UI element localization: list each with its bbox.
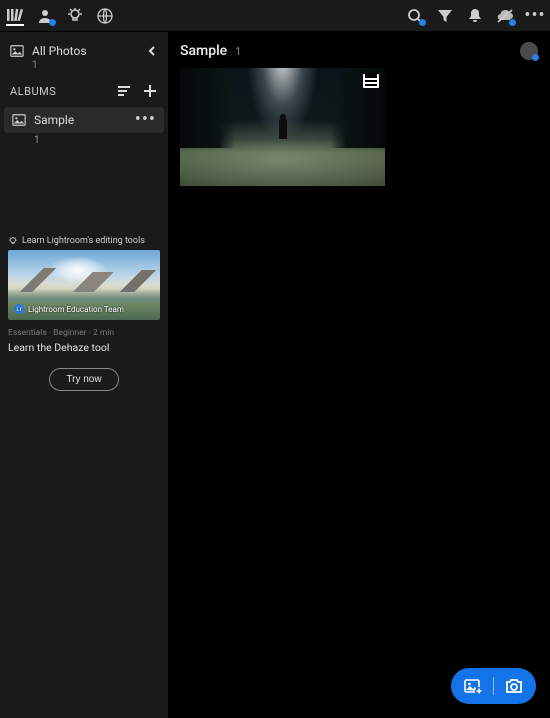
photo-icon xyxy=(10,44,24,58)
album-count: 1 xyxy=(0,135,168,146)
sort-icon[interactable] xyxy=(116,83,132,99)
learn-icon[interactable] xyxy=(66,7,84,25)
search-badge-dot xyxy=(419,19,426,26)
cloud-badge-dot xyxy=(509,19,516,26)
main-layout: All Photos 1 ALBUMS Sample ••• 1 xyxy=(0,32,550,718)
album-item-sample[interactable]: Sample ••• xyxy=(4,107,164,133)
main-title: Sample xyxy=(180,43,227,59)
add-photos-icon[interactable] xyxy=(463,676,483,696)
sidebar: All Photos 1 ALBUMS Sample ••• 1 xyxy=(0,32,168,718)
library-tab-icon[interactable] xyxy=(6,8,24,26)
chevron-left-icon[interactable] xyxy=(146,45,158,57)
albums-header-label: ALBUMS xyxy=(10,85,56,98)
floating-action-button xyxy=(451,668,536,704)
topbar-right-group: ••• xyxy=(406,7,544,25)
learn-promo-card: Learn Lightroom's editing tools Lr Light… xyxy=(8,236,160,391)
camera-icon[interactable] xyxy=(504,676,524,696)
promo-header: Learn Lightroom's editing tools xyxy=(8,236,160,246)
filter-icon[interactable] xyxy=(436,7,454,25)
people-icon[interactable] xyxy=(36,7,54,25)
main-panel: Sample 1 xyxy=(168,32,550,718)
people-badge-dot xyxy=(49,19,56,26)
cloud-sync-off-icon[interactable] xyxy=(496,7,514,25)
promo-thumbnail[interactable]: Lr Lightroom Education Team xyxy=(8,250,160,320)
more-icon[interactable]: ••• xyxy=(526,7,544,25)
promo-title: Learn the Dehaze tool xyxy=(8,341,160,354)
web-icon[interactable] xyxy=(96,7,114,25)
notifications-icon[interactable] xyxy=(466,7,484,25)
promo-author: Lr Lightroom Education Team xyxy=(14,304,124,314)
fab-separator xyxy=(493,677,494,695)
promo-author-name: Lightroom Education Team xyxy=(28,305,124,314)
main-count: 1 xyxy=(235,45,241,58)
promo-author-avatar: Lr xyxy=(14,304,24,314)
album-name: Sample xyxy=(34,113,74,127)
video-badge-icon xyxy=(363,74,379,88)
try-now-button[interactable]: Try now xyxy=(49,368,118,391)
main-header: Sample 1 xyxy=(180,42,538,60)
topbar-left-group xyxy=(6,7,114,25)
top-toolbar: ••• xyxy=(0,0,550,32)
sidebar-all-photos[interactable]: All Photos xyxy=(0,38,168,64)
account-avatar[interactable] xyxy=(520,42,538,60)
album-icon xyxy=(12,113,26,127)
search-icon[interactable] xyxy=(406,7,424,25)
promo-meta: Essentials · Beginner · 2 min xyxy=(8,328,160,338)
all-photos-label: All Photos xyxy=(32,44,87,58)
grid-thumbnail[interactable] xyxy=(180,68,385,186)
promo-header-text: Learn Lightroom's editing tools xyxy=(22,236,145,246)
albums-header-row: ALBUMS xyxy=(0,71,168,107)
add-album-icon[interactable] xyxy=(142,83,158,99)
lightbulb-icon xyxy=(8,236,18,246)
